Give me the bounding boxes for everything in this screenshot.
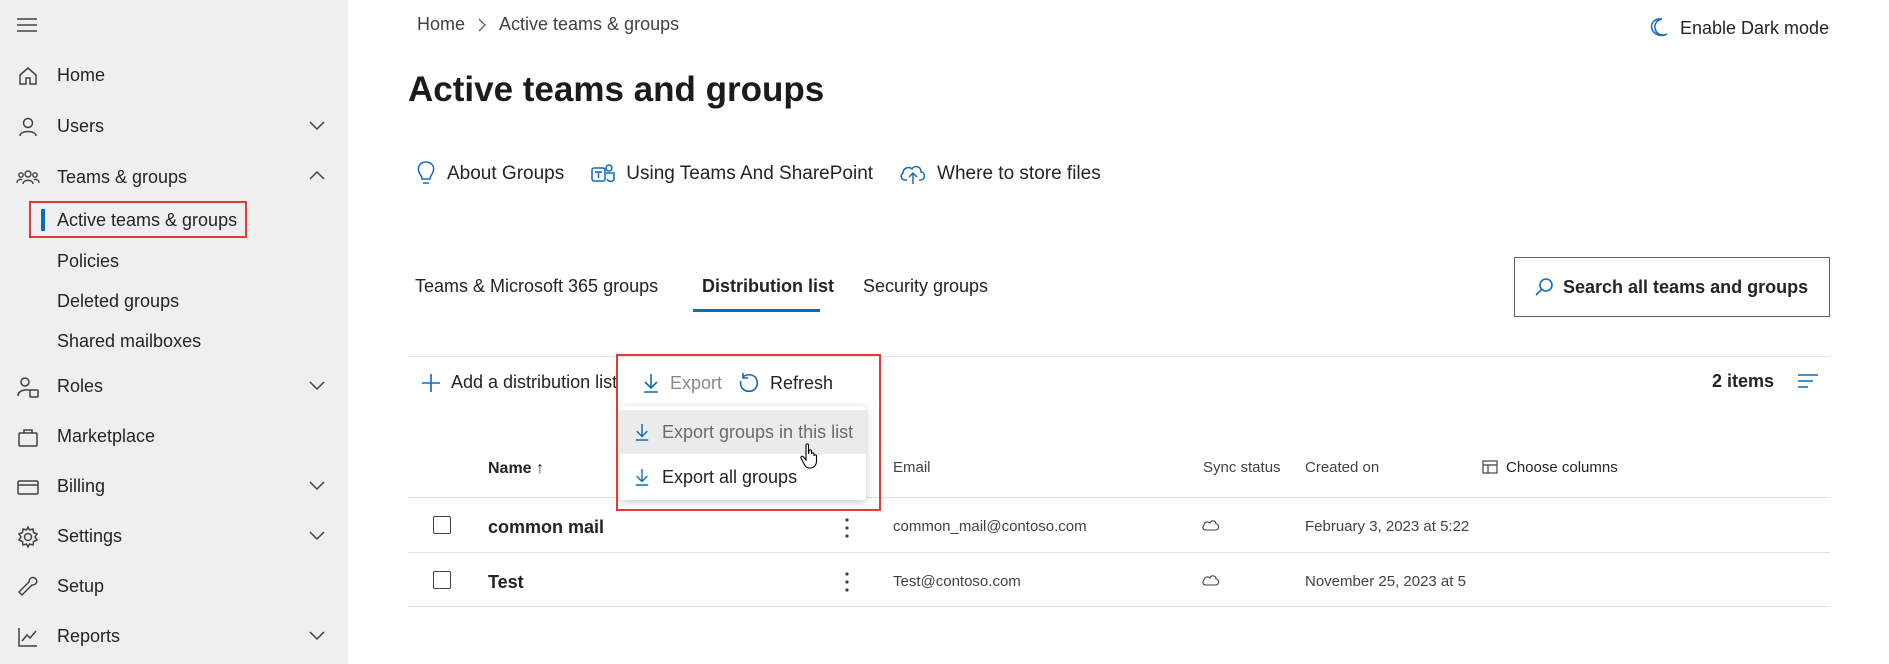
breadcrumb: Home Active teams & groups <box>417 14 679 35</box>
nav-label: Setup <box>57 575 105 596</box>
chevron-down-icon <box>309 631 325 641</box>
nav-label: Billing <box>57 475 106 496</box>
link-label: Where to store files <box>937 163 1101 184</box>
hamburger-menu-icon[interactable] <box>16 16 38 34</box>
nav-item-marketplace[interactable]: Marketplace <box>0 414 348 458</box>
row-checkbox[interactable] <box>433 571 451 589</box>
more-options-icon[interactable] <box>840 516 854 540</box>
nav-item-home[interactable]: Home <box>0 53 348 97</box>
row-email: Test@contoso.com <box>893 573 1021 590</box>
chevron-right-icon <box>478 18 486 31</box>
choose-columns-button[interactable]: Choose columns <box>1482 459 1618 476</box>
link-label: Using Teams And SharePoint <box>626 163 874 184</box>
link-about-groups[interactable]: About Groups <box>415 160 564 188</box>
nav-item-users[interactable]: Users <box>0 104 348 148</box>
nav-label: Users <box>57 115 105 136</box>
cloud-icon <box>1202 520 1220 531</box>
chevron-down-icon <box>309 531 325 541</box>
breadcrumb-current: Active teams & groups <box>499 14 680 34</box>
search-icon <box>1535 278 1553 296</box>
row-email: common_mail@contoso.com <box>893 518 1087 535</box>
breadcrumb-home[interactable]: Home <box>417 14 465 35</box>
teams-logo-icon <box>591 164 615 182</box>
gear-icon <box>17 525 39 549</box>
nav-label: Settings <box>57 525 123 546</box>
more-options-icon[interactable] <box>840 570 854 594</box>
nav-item-billing[interactable]: Billing <box>0 464 348 508</box>
roles-icon <box>17 377 39 398</box>
divider <box>408 552 1830 553</box>
row-name[interactable]: Test <box>488 572 524 593</box>
nav-label: Teams & groups <box>57 166 188 187</box>
chevron-down-icon <box>309 381 325 391</box>
add-distribution-list-button[interactable]: Add a distribution list <box>421 372 617 393</box>
chevron-up-icon <box>309 170 325 180</box>
user-icon <box>19 117 37 137</box>
nav-item-settings[interactable]: Settings <box>0 514 348 558</box>
nav-item-roles[interactable]: Roles <box>0 364 348 408</box>
search-input[interactable]: Search all teams and groups <box>1514 257 1830 317</box>
row-created: November 25, 2023 at 5 <box>1305 573 1466 590</box>
tab-security-groups[interactable]: Security groups <box>863 276 988 297</box>
sidebar-item-deleted-groups[interactable]: Deleted groups <box>57 287 179 315</box>
nav-label: Home <box>57 64 106 85</box>
add-label: Add a distribution list <box>451 372 618 392</box>
wrench-icon <box>17 576 38 597</box>
cloud-upload-icon <box>900 165 926 184</box>
page-title: Active teams and groups <box>408 70 825 109</box>
dark-mode-label: Enable Dark mode <box>1680 17 1830 38</box>
row-created: February 3, 2023 at 5:22 <box>1305 518 1470 535</box>
tab-distribution-list[interactable]: Distribution list <box>702 276 834 297</box>
hand-cursor-icon <box>800 443 818 469</box>
column-header-created-on[interactable]: Created on <box>1305 459 1379 476</box>
help-links: About Groups Using Teams And SharePoint … <box>415 160 1101 188</box>
chevron-down-icon <box>309 481 325 491</box>
lightbulb-icon <box>417 161 435 184</box>
marketplace-icon <box>18 429 38 447</box>
row-name[interactable]: common mail <box>488 517 604 538</box>
sidebar-item-shared-mailboxes[interactable]: Shared mailboxes <box>57 327 201 355</box>
column-header-name[interactable]: Name ↑ <box>488 460 544 478</box>
reports-icon <box>18 628 37 647</box>
nav-label: Reports <box>57 625 121 646</box>
table-settings-icon <box>1482 460 1498 474</box>
highlight-box <box>616 354 881 511</box>
teams-icon <box>16 170 40 185</box>
divider <box>408 606 1830 607</box>
sidebar: Home Users Teams & groups Active teams &… <box>0 0 348 664</box>
link-where-to-store-files[interactable]: Where to store files <box>899 160 1101 188</box>
link-using-teams-sharepoint[interactable]: Using Teams And SharePoint <box>590 160 873 188</box>
nav-item-reports[interactable]: Reports <box>0 614 348 658</box>
link-label: About Groups <box>447 163 565 184</box>
column-header-email[interactable]: Email <box>893 459 931 476</box>
home-icon <box>19 67 37 85</box>
sort-ascending-icon: ↑ <box>536 460 545 477</box>
items-count: 2 items <box>1712 371 1775 391</box>
highlight-box <box>29 201 247 238</box>
sidebar-item-policies[interactable]: Policies <box>57 247 119 275</box>
nav-item-setup[interactable]: Setup <box>0 564 348 608</box>
cloud-icon <box>1202 575 1220 586</box>
row-checkbox[interactable] <box>433 516 451 534</box>
moon-icon <box>1650 18 1668 37</box>
plus-icon <box>422 373 440 392</box>
chevron-down-icon <box>309 121 325 131</box>
nav-item-teams-groups[interactable]: Teams & groups <box>0 155 348 199</box>
tab-teams-m365-groups[interactable]: Teams & Microsoft 365 groups <box>415 276 658 297</box>
billing-icon <box>17 480 39 495</box>
dark-mode-toggle[interactable]: Enable Dark mode <box>1648 17 1829 39</box>
view-options-icon[interactable] <box>1797 372 1819 390</box>
nav-label: Roles <box>57 375 104 396</box>
column-header-sync-status[interactable]: Sync status <box>1203 459 1281 476</box>
nav-label: Marketplace <box>57 425 156 446</box>
search-label: Search all teams and groups <box>1563 276 1809 297</box>
active-tab-indicator <box>693 309 820 312</box>
